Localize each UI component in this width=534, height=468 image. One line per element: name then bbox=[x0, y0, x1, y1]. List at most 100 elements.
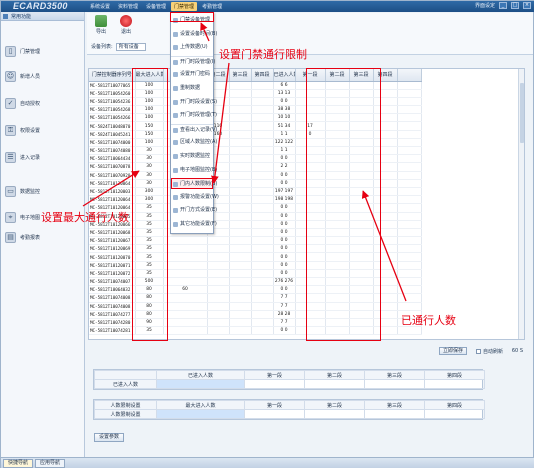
value-cell[interactable] bbox=[251, 326, 274, 336]
value-cell[interactable] bbox=[251, 302, 274, 311]
value-cell[interactable]: 7 7 bbox=[273, 293, 296, 303]
value-cell[interactable]: 13 13 bbox=[273, 89, 296, 98]
value-cell[interactable] bbox=[163, 293, 208, 303]
value-cell[interactable] bbox=[229, 326, 252, 336]
value-cell[interactable] bbox=[207, 285, 230, 295]
value-cell[interactable]: 28 28 bbox=[273, 310, 296, 319]
serial-cell[interactable]: MC-5812T10074008 bbox=[89, 293, 136, 303]
value-cell[interactable] bbox=[229, 252, 252, 262]
serial-cell[interactable]: MC-5812T10070878 bbox=[89, 162, 136, 172]
dropdown-item[interactable]: 重制数据 bbox=[171, 83, 213, 94]
value-cell[interactable] bbox=[207, 236, 230, 246]
value-cell[interactable] bbox=[163, 318, 208, 328]
auto-refresh-toggle[interactable]: 自动刷新 bbox=[475, 348, 503, 355]
value-cell[interactable] bbox=[251, 171, 274, 180]
minimize-icon[interactable]: _ bbox=[499, 2, 507, 9]
dropdown-item[interactable]: 实时数据监控 bbox=[171, 151, 213, 162]
value-cell[interactable] bbox=[207, 244, 230, 254]
serial-cell[interactable]: MC-5812T10120069 bbox=[89, 244, 136, 254]
serial-cell[interactable]: MC-5812T10074280 bbox=[89, 318, 136, 328]
value-cell[interactable]: 1 1 bbox=[273, 146, 296, 156]
sidebar-item-auto-auth[interactable]: ✓ 自动授权 bbox=[5, 94, 81, 112]
value-cell[interactable] bbox=[251, 138, 274, 148]
value-cell[interactable]: 1 1 bbox=[273, 130, 296, 139]
save-button[interactable]: 立即保存 bbox=[438, 347, 467, 355]
value-cell[interactable] bbox=[207, 302, 230, 311]
value-cell[interactable] bbox=[229, 179, 252, 188]
serial-cell[interactable]: MC-5812T10120064 bbox=[89, 195, 136, 205]
value-cell[interactable] bbox=[251, 269, 274, 279]
value-cell[interactable] bbox=[251, 236, 274, 246]
menu-data[interactable]: 资料管理 bbox=[115, 2, 141, 11]
serial-cell[interactable]: MC-5812T10120072 bbox=[89, 269, 136, 279]
serial-cell[interactable]: MC-5812T10077065 bbox=[89, 81, 136, 90]
serial-cell[interactable]: MC-5812T10120070 bbox=[89, 252, 136, 262]
value-cell[interactable] bbox=[251, 212, 274, 221]
serial-cell[interactable]: MC-5812T10064434 bbox=[89, 154, 136, 164]
serial-cell[interactable]: MC-5812T10074008 bbox=[89, 302, 136, 311]
value-cell[interactable]: 197 197 bbox=[273, 187, 296, 197]
value-cell[interactable] bbox=[207, 310, 230, 319]
value-cell[interactable] bbox=[229, 130, 252, 139]
dropdown-item[interactable]: 开门方式设置(E) bbox=[171, 205, 217, 216]
value-cell[interactable] bbox=[251, 261, 274, 270]
entered-total-field[interactable] bbox=[156, 379, 245, 389]
value-cell[interactable] bbox=[163, 236, 208, 246]
sidebar-item-records[interactable]: ☰ 进入记录 bbox=[5, 148, 81, 166]
value-cell[interactable]: 10 10 bbox=[273, 113, 296, 123]
value-cell[interactable] bbox=[229, 302, 252, 311]
dropdown-item[interactable]: 开门时段设置(S) bbox=[171, 97, 217, 108]
value-cell[interactable] bbox=[229, 187, 252, 197]
value-cell[interactable]: 0 0 bbox=[273, 236, 296, 246]
value-cell[interactable] bbox=[251, 285, 274, 295]
serial-cell[interactable]: MC-5812T10120068 bbox=[89, 228, 136, 238]
value-cell[interactable] bbox=[229, 285, 252, 295]
value-cell[interactable]: 0 0 bbox=[273, 179, 296, 188]
value-cell[interactable]: 0 0 bbox=[273, 326, 296, 336]
value-cell[interactable] bbox=[207, 293, 230, 303]
limit-seg1-field[interactable] bbox=[244, 409, 305, 419]
value-cell[interactable] bbox=[229, 310, 252, 319]
value-cell[interactable]: 0 0 bbox=[273, 171, 296, 180]
value-cell[interactable] bbox=[251, 146, 274, 156]
value-cell[interactable] bbox=[229, 277, 252, 287]
value-cell[interactable] bbox=[229, 236, 252, 246]
dropdown-item[interactable]: 其它功能设置(F) bbox=[171, 219, 217, 230]
serial-cell[interactable]: MC-5812T10054236 bbox=[89, 97, 136, 107]
value-cell[interactable] bbox=[207, 326, 230, 336]
value-cell[interactable] bbox=[163, 261, 208, 270]
value-cell[interactable] bbox=[207, 269, 230, 279]
value-cell[interactable] bbox=[229, 269, 252, 279]
value-cell[interactable] bbox=[229, 220, 252, 229]
serial-cell[interactable]: MC-5812T10120003 bbox=[89, 187, 136, 197]
serial-cell[interactable]: MC-5812T10120064 bbox=[89, 179, 136, 188]
grid-scrollbar[interactable] bbox=[518, 69, 524, 339]
value-cell[interactable] bbox=[229, 113, 252, 123]
dropdown-item[interactable]: 查看出入记录(V) bbox=[171, 123, 217, 135]
value-cell[interactable]: 198 198 bbox=[273, 195, 296, 205]
value-cell[interactable]: 0 0 bbox=[273, 228, 296, 238]
serial-cell[interactable]: MC-5812T10064032 bbox=[89, 285, 136, 295]
value-cell[interactable] bbox=[251, 81, 274, 90]
value-cell[interactable] bbox=[163, 252, 208, 262]
window-caption[interactable]: 界面设定 bbox=[475, 2, 495, 9]
value-cell[interactable] bbox=[251, 179, 274, 188]
value-cell[interactable] bbox=[229, 244, 252, 254]
value-cell[interactable]: 0 0 bbox=[273, 97, 296, 107]
value-cell[interactable] bbox=[229, 195, 252, 205]
dropdown-item[interactable]: 报警功能设置(W) bbox=[171, 192, 219, 203]
dropdown-item[interactable]: 区域人数监控(A) bbox=[171, 137, 217, 148]
menu-device[interactable]: 设备管理 bbox=[143, 2, 169, 11]
value-cell[interactable] bbox=[229, 293, 252, 303]
value-cell[interactable] bbox=[251, 89, 274, 98]
value-cell[interactable] bbox=[229, 171, 252, 180]
value-cell[interactable]: 0 0 bbox=[273, 252, 296, 262]
value-cell[interactable] bbox=[251, 252, 274, 262]
value-cell[interactable] bbox=[251, 293, 274, 303]
sidebar-item-report[interactable]: ▤ 考勤报表 bbox=[5, 228, 81, 246]
grid-col-header[interactable]: 门禁控制器序列号 bbox=[89, 69, 136, 82]
exit-button[interactable]: 退出 bbox=[115, 15, 137, 37]
value-cell[interactable] bbox=[207, 318, 230, 328]
refresh-interval[interactable]: 60 S bbox=[512, 348, 523, 354]
value-cell[interactable]: 0 0 bbox=[273, 269, 296, 279]
